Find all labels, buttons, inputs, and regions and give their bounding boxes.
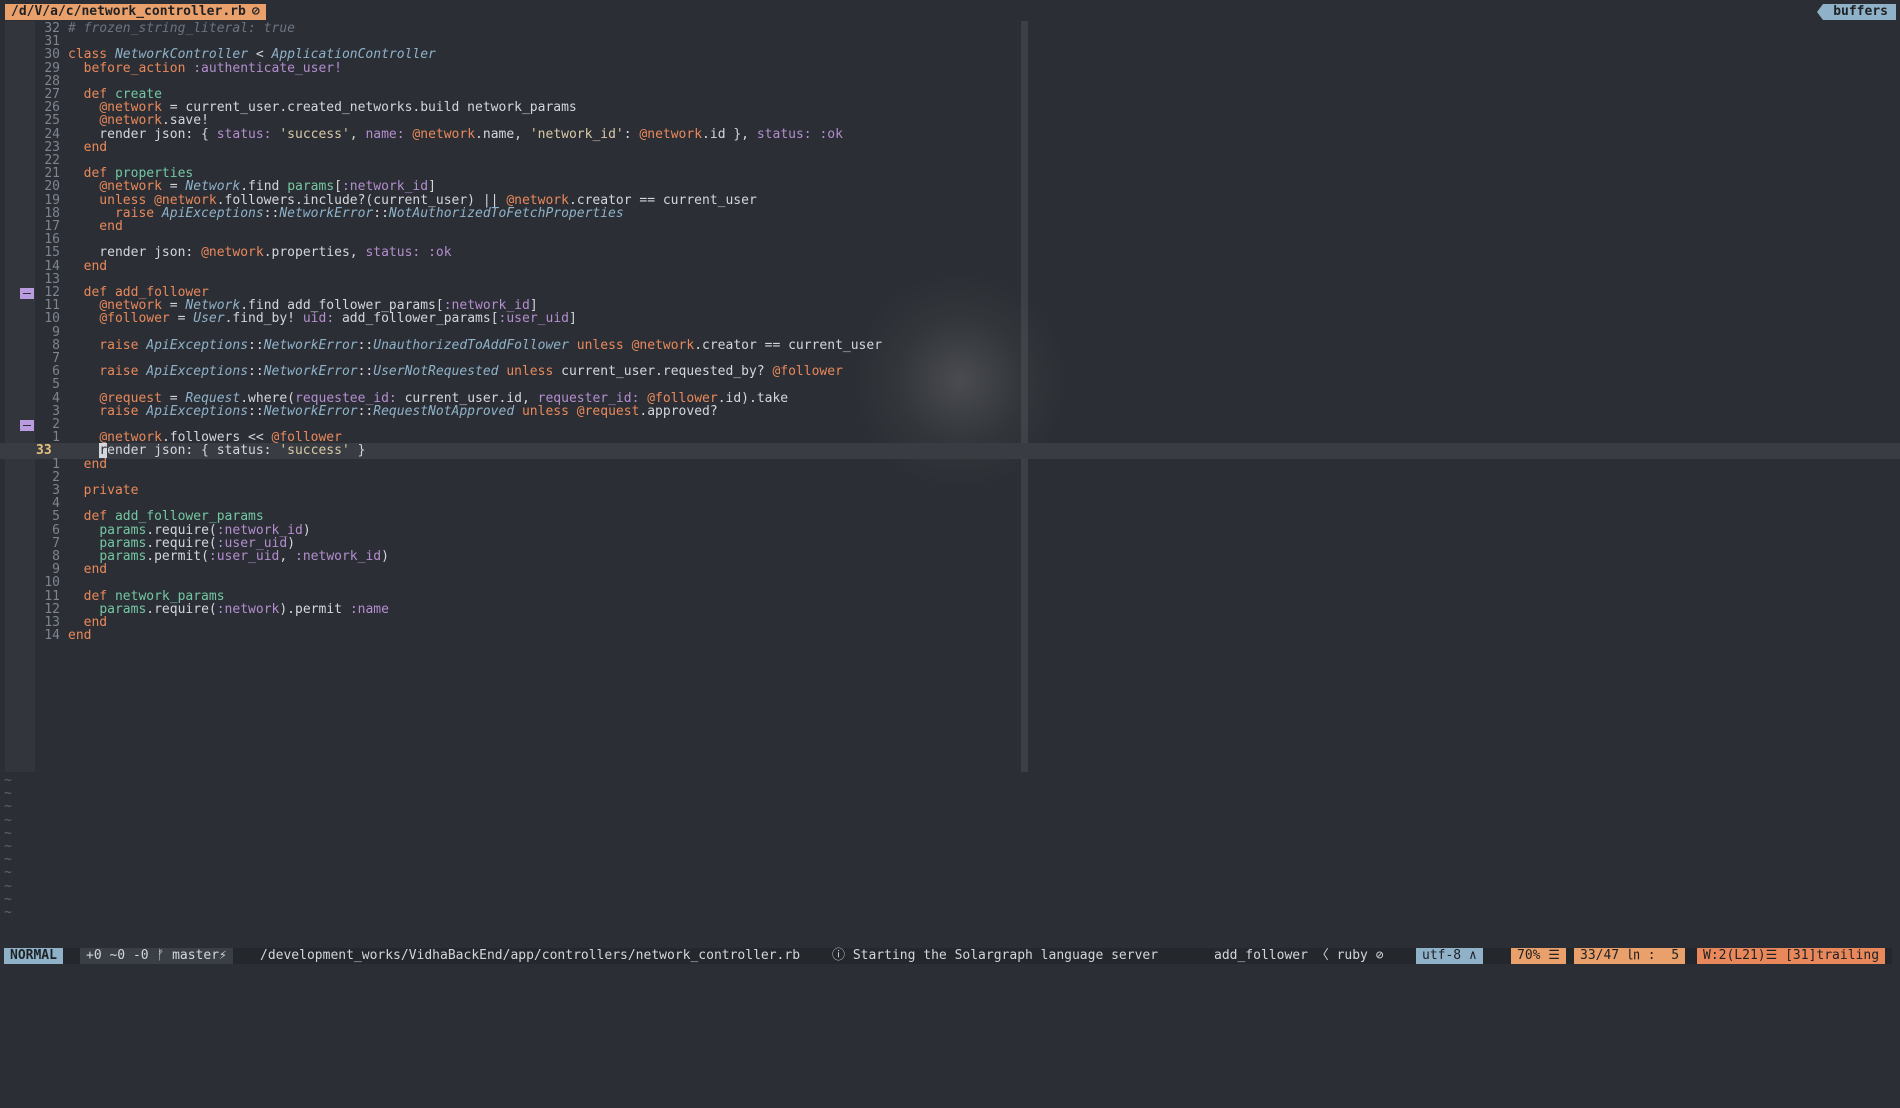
line-number: 14 xyxy=(44,628,60,644)
mode-indicator: NORMAL xyxy=(4,948,63,964)
cursor-position: 33/47 ㏑ : 5 xyxy=(1574,948,1686,964)
tabline: /d/V/a/c/network_controller.rb ⊘ buffers xyxy=(0,0,1900,22)
empty-line-tilde: ~ xyxy=(4,905,12,920)
buffers-label[interactable]: buffers xyxy=(1817,4,1896,20)
filetype: ruby xyxy=(1336,948,1368,963)
function-name: add_follower xyxy=(1214,948,1308,963)
current-function: add_follower 〈 ruby ⊘ xyxy=(1214,948,1384,963)
info-icon: ⓘ xyxy=(832,948,853,963)
tab-network-controller[interactable]: /d/V/a/c/network_controller.rb ⊘ xyxy=(5,4,266,20)
scroll-percent: 70% ☰ xyxy=(1511,948,1566,964)
code-line[interactable]: 14 end xyxy=(0,628,1900,644)
editor-pane[interactable]: 32 # frozen_string_literal: true 31 30 class… xyxy=(0,21,1900,772)
tab-filename: /d/V/a/c/network_controller.rb xyxy=(11,4,246,19)
git-status: +0 ~0 -0 ᚠ master⚡ xyxy=(80,948,233,964)
encoding: utf-8 ∧ xyxy=(1416,948,1483,964)
line-text: end xyxy=(68,628,92,644)
file-path: /development_works/VidhaBackEnd/app/cont… xyxy=(260,948,801,963)
lsp-message-text: Starting the Solargraph language server xyxy=(852,948,1159,963)
statusline: NORMAL +0 ~0 -0 ᚠ master⚡ /development_w… xyxy=(4,948,1892,964)
lsp-message: ⓘ Starting the Solargraph language serve… xyxy=(826,948,1164,964)
warnings: W:2(L21)☰ [31]trailing xyxy=(1697,948,1886,964)
lock-icon: ⊘ xyxy=(251,4,260,19)
